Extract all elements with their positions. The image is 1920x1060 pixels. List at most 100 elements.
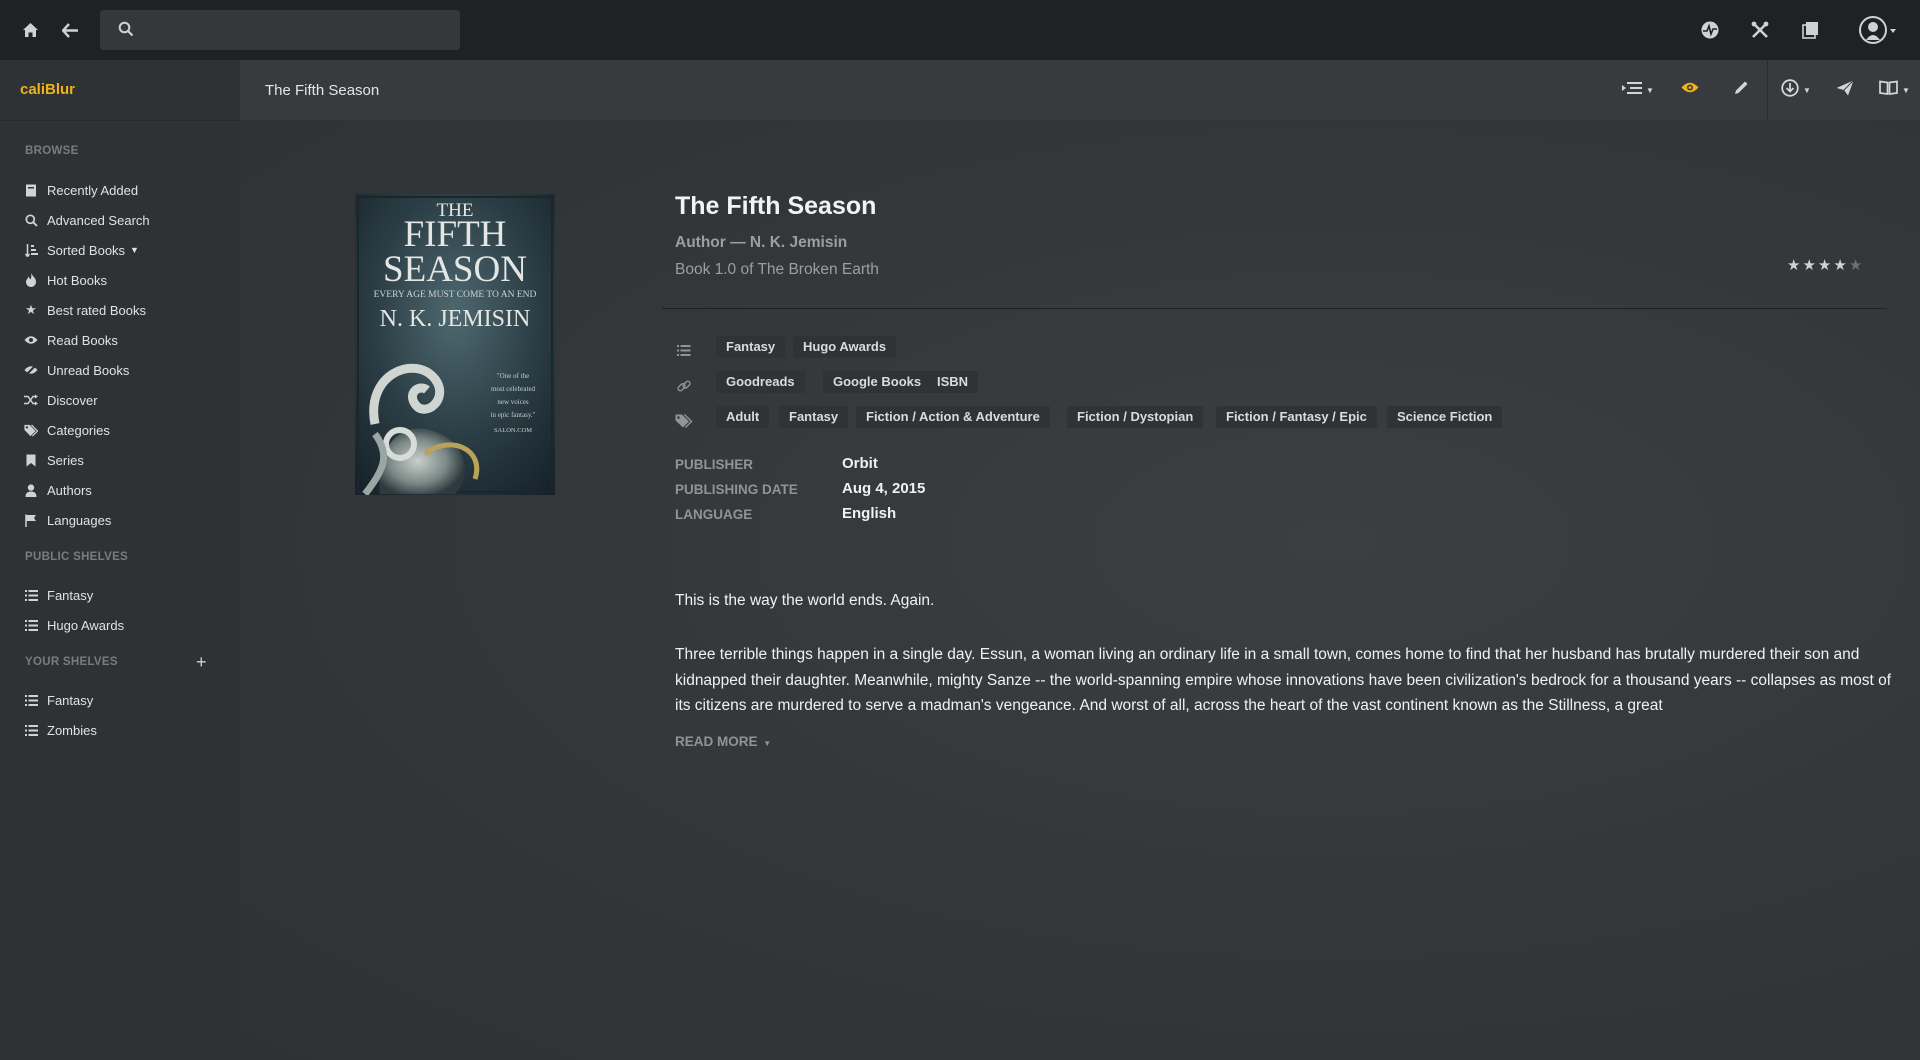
- shuffle-icon: [24, 394, 38, 406]
- sidebar-item-label: Discover: [47, 392, 98, 408]
- book-tag[interactable]: Fiction / Fantasy / Epic: [1216, 406, 1377, 428]
- sidebar-item-best-rated-books[interactable]: ★ Best rated Books: [24, 300, 146, 320]
- cover-blurb-line: in epic fantasy.": [491, 411, 536, 419]
- book-tag[interactable]: Fiction / Action & Adventure: [856, 406, 1050, 428]
- shelf-tag[interactable]: Fantasy: [716, 336, 786, 358]
- sidebar-item-your-shelf-zombies[interactable]: Zombies: [24, 720, 97, 740]
- mark-as-read-button[interactable]: [1681, 78, 1699, 102]
- cover-blurb-line: "One of the: [497, 372, 529, 380]
- cover-blurb-line: new voices: [497, 398, 529, 406]
- eye-slash-icon: [24, 364, 38, 376]
- book-title: The Fifth Season: [675, 192, 877, 220]
- sidebar-item-unread-books[interactable]: Unread Books: [24, 360, 129, 380]
- read-more-button[interactable]: READ MORE ▼: [675, 734, 771, 749]
- book-author-link[interactable]: Author — N. K. Jemisin: [675, 234, 847, 252]
- list-icon: [24, 694, 38, 706]
- sidebar-item-label: Unread Books: [47, 362, 130, 378]
- goodreads-link[interactable]: Goodreads: [716, 371, 805, 393]
- language-label: LANGUAGE: [675, 507, 753, 522]
- star-filled-icon: ★: [1802, 257, 1818, 274]
- book-cover[interactable]: THE FIFTH SEASON EVERY AGE MUST COME TO …: [355, 194, 555, 497]
- cover-blurb-line: most celebrated: [491, 385, 536, 393]
- book-icon: [24, 184, 38, 197]
- add-shelf-button[interactable]: +: [196, 652, 207, 673]
- page-title: The Fifth Season: [265, 82, 380, 99]
- sort-icon: [24, 243, 38, 257]
- sidebar-item-authors[interactable]: Authors: [24, 480, 92, 500]
- send-to-kindle-button[interactable]: [1836, 78, 1854, 102]
- chevron-down-icon: ▼: [130, 245, 139, 255]
- sidebar-item-recently-added[interactable]: Recently Added: [24, 180, 138, 200]
- sidebar-item-categories[interactable]: Categories: [24, 420, 110, 440]
- edit-button[interactable]: [1733, 78, 1749, 102]
- cover-blurb-line: SALON.COM: [494, 427, 532, 434]
- star-icon: ★: [25, 302, 37, 317]
- search-input[interactable]: [146, 18, 450, 44]
- activity-icon[interactable]: [1698, 18, 1722, 42]
- sidebar-item-public-shelf-hugo-awards[interactable]: Hugo Awards: [24, 615, 124, 635]
- cover-author: N. K. JEMISIN: [380, 306, 531, 332]
- list-icon: [24, 589, 38, 601]
- language-value[interactable]: English: [842, 505, 896, 522]
- sidebar-item-read-books[interactable]: Read Books: [24, 330, 118, 350]
- search-bar: [100, 10, 460, 50]
- sidebar-item-label: Fantasy: [47, 587, 94, 603]
- chevron-down-icon: ▼: [763, 739, 772, 748]
- star-filled-icon: ★: [1787, 257, 1803, 274]
- sidebar-item-label: Series: [47, 452, 84, 468]
- book-tag[interactable]: Fantasy: [779, 406, 849, 428]
- sidebar-item-public-shelf-fantasy[interactable]: Fantasy: [24, 585, 93, 605]
- sidebar-item-label: Hugo Awards: [47, 617, 125, 633]
- top-bar: [0, 0, 1920, 60]
- book-tag[interactable]: Fiction / Dystopian: [1067, 406, 1204, 428]
- home-icon[interactable]: [18, 18, 42, 42]
- sidebar: caliBlur BROWSE Recently Added Advanced …: [0, 60, 240, 1060]
- books-icon[interactable]: [1799, 18, 1823, 42]
- read-book-button[interactable]: ▼: [1879, 78, 1910, 102]
- tools-icon[interactable]: [1748, 18, 1772, 42]
- search-icon: [118, 21, 134, 42]
- download-button[interactable]: ▼: [1781, 78, 1811, 102]
- fire-icon: [24, 273, 38, 287]
- back-arrow-icon[interactable]: [58, 18, 82, 42]
- sidebar-item-label: Languages: [47, 512, 112, 528]
- shelves-icon: [675, 345, 693, 356]
- sidebar-item-label: Hot Books: [47, 272, 107, 288]
- shelf-tag[interactable]: Hugo Awards: [793, 336, 897, 358]
- chevron-down-icon: ▼: [1646, 85, 1654, 95]
- bookmark-icon: [24, 454, 38, 467]
- google-books-link[interactable]: Google Books: [823, 371, 932, 393]
- sidebar-item-label: Zombies: [47, 722, 97, 738]
- sidebar-item-series[interactable]: Series: [24, 450, 84, 470]
- book-tag[interactable]: Adult: [716, 406, 770, 428]
- your-shelves-heading: YOUR SHELVES: [25, 656, 118, 668]
- eye-icon: [24, 335, 38, 345]
- star-filled-icon: ★: [1817, 257, 1834, 274]
- book-tag[interactable]: Science Fiction: [1387, 406, 1503, 428]
- publisher-label: PUBLISHER: [675, 457, 754, 472]
- add-to-shelf-button[interactable]: ▼: [1622, 78, 1654, 102]
- brand-logo[interactable]: caliBlur: [20, 81, 75, 98]
- sidebar-item-hot-books[interactable]: Hot Books: [24, 270, 107, 290]
- user-icon: [24, 483, 38, 497]
- sidebar-item-advanced-search[interactable]: Advanced Search: [24, 210, 150, 230]
- sidebar-item-your-shelf-fantasy[interactable]: Fantasy: [24, 690, 93, 710]
- user-avatar-icon[interactable]: [1858, 16, 1902, 44]
- eye-icon: [1681, 81, 1699, 99]
- sidebar-item-discover[interactable]: Discover: [24, 390, 98, 410]
- read-more-label: READ MORE: [675, 734, 758, 749]
- book-series-link[interactable]: Book 1.0 of The Broken Earth: [675, 261, 879, 279]
- public-shelves-heading: PUBLIC SHELVES: [25, 551, 129, 563]
- publisher-value[interactable]: Orbit: [842, 455, 878, 472]
- list-icon: [24, 619, 38, 631]
- browse-heading: BROWSE: [25, 145, 79, 157]
- sidebar-item-label: Best rated Books: [47, 302, 146, 318]
- flag-icon: [24, 514, 38, 527]
- sidebar-item-languages[interactable]: Languages: [24, 510, 111, 530]
- cover-tagline: EVERY AGE MUST COME TO AN END: [374, 290, 537, 300]
- description-paragraph: This is the way the world ends. Again.: [675, 592, 935, 609]
- sidebar-item-sorted-books[interactable]: Sorted Books ▼: [24, 240, 139, 260]
- isbn-link[interactable]: ISBN: [927, 371, 979, 393]
- paper-plane-icon: [1836, 79, 1854, 101]
- list-icon: [24, 724, 38, 736]
